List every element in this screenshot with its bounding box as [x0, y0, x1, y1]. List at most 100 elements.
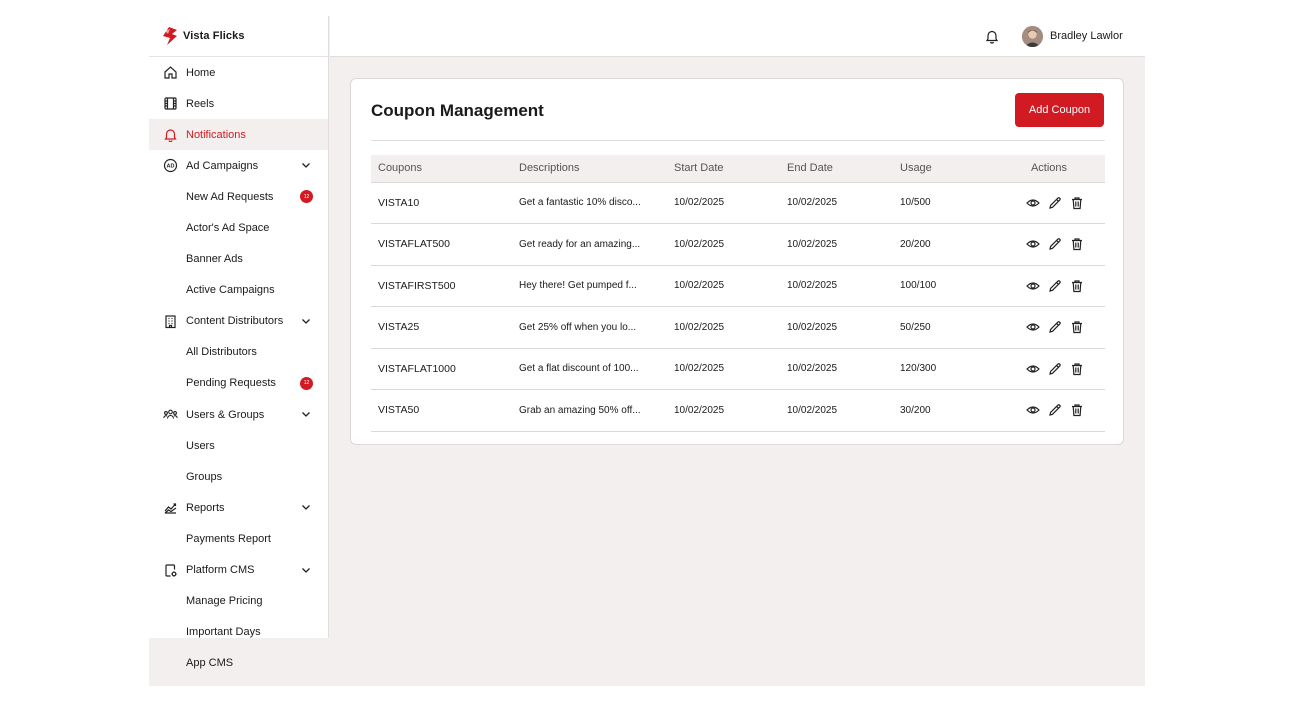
sidebar-item-reports[interactable]: Reports — [149, 492, 328, 523]
cell-description: Get 25% off when you lo... — [512, 306, 667, 349]
eye-icon[interactable] — [1026, 362, 1040, 376]
sidebar: Vista Flicks Home Reels Notifications AD Ad … — [149, 16, 329, 669]
sidebar-item-ad-campaigns[interactable]: AD Ad Campaigns — [149, 150, 328, 181]
cell-actions — [993, 182, 1105, 224]
sidebar-item-pending-requests[interactable]: Pending Requests 12 — [149, 368, 328, 399]
eye-icon[interactable] — [1026, 403, 1040, 417]
sidebar-item-banner-ads[interactable]: Banner Ads — [149, 244, 328, 275]
sidebar-item-users[interactable]: Users — [149, 430, 328, 461]
column-header-end-date[interactable]: End Date — [780, 155, 893, 183]
sidebar-item-reels[interactable]: Reels — [149, 88, 328, 119]
cell-actions — [993, 389, 1105, 432]
row-actions — [1000, 237, 1105, 251]
trash-icon[interactable] — [1070, 237, 1084, 251]
sidebar-item-app-cms[interactable]: App CMS — [149, 648, 328, 679]
sidebar-item-all-distributors[interactable]: All Distributors — [149, 337, 328, 368]
cell-code: VISTAFIRST500 — [371, 265, 512, 307]
top-bar: Bradley Lawlor — [330, 16, 1145, 57]
cell-end: 10/02/2025 — [780, 265, 893, 307]
trash-icon[interactable] — [1070, 403, 1084, 417]
table-row: VISTAFLAT1000 Get a flat discount of 100.… — [371, 348, 1105, 390]
cell-description: Get a flat discount of 100... — [512, 348, 667, 390]
chevron-down-icon[interactable] — [300, 564, 312, 576]
trash-icon[interactable] — [1070, 320, 1084, 334]
sidebar-item-label: Platform CMS — [186, 564, 255, 577]
cell-code: VISTA25 — [371, 306, 512, 349]
chevron-down-icon[interactable] — [300, 408, 312, 420]
cell-end: 10/02/2025 — [780, 389, 893, 432]
sidebar-item-payments-report[interactable]: Payments Report — [149, 523, 328, 554]
cell-code: VISTA10 — [371, 182, 512, 224]
cell-end: 10/02/2025 — [780, 223, 893, 266]
cell-description: Hey there! Get pumped f... — [512, 265, 667, 307]
sidebar-item-important-days[interactable]: Important Days — [149, 617, 328, 648]
sidebar-item-users-groups[interactable]: Users & Groups — [149, 399, 328, 430]
pencil-icon[interactable] — [1048, 237, 1062, 251]
chevron-down-icon[interactable] — [300, 315, 312, 327]
pencil-icon[interactable] — [1048, 320, 1062, 334]
sidebar-item-new-ad-requests[interactable]: New Ad Requests 12 — [149, 181, 328, 212]
column-header-coupons[interactable]: Coupons — [371, 155, 512, 183]
sidebar-item-groups[interactable]: Groups — [149, 461, 328, 492]
cell-usage: 100/100 — [893, 265, 993, 307]
pencil-icon[interactable] — [1048, 196, 1062, 210]
chevron-down-icon[interactable] — [300, 159, 312, 171]
brand[interactable]: Vista Flicks — [149, 16, 328, 57]
sidebar-item-label: App CMS — [186, 657, 234, 670]
app-shell: Vista Flicks Home Reels Notifications AD Ad … — [149, 16, 1145, 686]
notification-bell-icon[interactable] — [985, 29, 999, 44]
eye-icon[interactable] — [1026, 320, 1040, 334]
row-actions — [1000, 279, 1105, 293]
user-name[interactable]: Bradley Lawlor — [1050, 30, 1123, 42]
home-icon — [163, 65, 178, 80]
sidebar-item-actor-s-ad-space[interactable]: Actor's Ad Space — [149, 212, 328, 243]
cell-actions — [993, 348, 1105, 390]
sidebar-item-active-campaigns[interactable]: Active Campaigns — [149, 275, 328, 306]
pencil-icon[interactable] — [1048, 279, 1062, 293]
sidebar-item-content-distributors[interactable]: Content Distributors — [149, 306, 328, 337]
chevron-down-icon[interactable] — [300, 501, 312, 513]
brand-logo-icon — [163, 27, 177, 45]
column-header-actions: Actions — [993, 155, 1105, 183]
sidebar-item-notifications[interactable]: Notifications — [149, 119, 328, 151]
table-header-row: Coupons Descriptions Start Date End Date… — [371, 155, 1105, 183]
cell-usage: 20/200 — [893, 223, 993, 266]
eye-icon[interactable] — [1026, 237, 1040, 251]
cell-start: 10/02/2025 — [667, 306, 780, 349]
cell-start: 10/02/2025 — [667, 182, 780, 224]
eye-icon[interactable] — [1026, 196, 1040, 210]
column-header-descriptions[interactable]: Descriptions — [512, 155, 667, 183]
cell-usage: 10/500 — [893, 182, 993, 224]
table-row: VISTA10 Get a fantastic 10% disco... 10/02… — [371, 182, 1105, 224]
sidebar-item-label: Reels — [186, 97, 215, 110]
film-icon — [163, 96, 178, 111]
device-settings-icon — [163, 563, 178, 578]
trash-icon[interactable] — [1070, 196, 1084, 210]
cell-start: 10/02/2025 — [667, 348, 780, 390]
column-header-start-date[interactable]: Start Date — [667, 155, 780, 183]
cell-start: 10/02/2025 — [667, 223, 780, 266]
add-coupon-button[interactable]: Add Coupon — [1015, 93, 1104, 127]
table-row: VISTAFIRST500 Hey there! Get pumped f... 1… — [371, 265, 1105, 307]
svg-text:AD: AD — [167, 164, 175, 170]
avatar[interactable] — [1022, 26, 1043, 47]
trash-icon[interactable] — [1070, 362, 1084, 376]
trash-icon[interactable] — [1070, 279, 1084, 293]
column-header-usage[interactable]: Usage — [893, 155, 993, 183]
sidebar-item-label: Reports — [186, 501, 225, 514]
sidebar-item-label: Banner Ads — [186, 253, 243, 266]
sidebar-item-home[interactable]: Home — [149, 57, 328, 88]
pencil-icon[interactable] — [1048, 362, 1062, 376]
eye-icon[interactable] — [1026, 279, 1040, 293]
sidebar-item-manage-pricing[interactable]: Manage Pricing — [149, 586, 328, 617]
cell-actions — [993, 306, 1105, 349]
row-actions — [1000, 196, 1105, 210]
pencil-icon[interactable] — [1048, 403, 1062, 417]
bell-icon — [163, 127, 178, 143]
sidebar-item-label: Pending Requests — [186, 377, 276, 390]
cell-end: 10/02/2025 — [780, 348, 893, 390]
sidebar-item-platform-cms[interactable]: Platform CMS — [149, 555, 328, 586]
sidebar-item-label: Actor's Ad Space — [186, 222, 270, 235]
cell-code: VISTAFLAT1000 — [371, 348, 512, 390]
sidebar-item-label: Ad Campaigns — [186, 159, 259, 172]
